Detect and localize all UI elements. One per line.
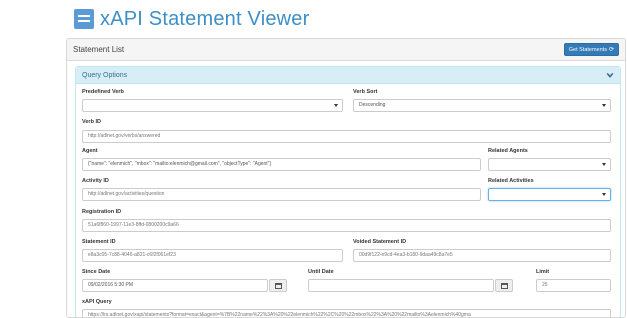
predefined-verb-select[interactable]	[82, 99, 343, 112]
agent-label: Agent	[82, 148, 98, 154]
registration-id-label: Registration ID	[82, 209, 122, 215]
list-icon	[74, 9, 94, 29]
related-activities-label: Related Activities	[488, 178, 534, 184]
verb-sort-label: Verb Sort	[353, 89, 378, 95]
activity-id-input[interactable]: http://adlnet.gov/activities/question	[82, 188, 481, 201]
verb-id-input[interactable]: http://adlnet.gov/verbs/answered	[82, 130, 611, 143]
dropdown-caret-icon	[602, 193, 606, 196]
xapi-query-value: https://lrs.adlnet.gov/xapi/statements?f…	[88, 312, 471, 318]
dropdown-caret-icon	[602, 104, 606, 107]
get-statements-button[interactable]: Get Statements ⟳	[563, 43, 619, 56]
until-date-calendar-button[interactable]	[495, 279, 513, 292]
since-date-value: 09/02/2016 5:30 PM	[88, 282, 134, 288]
calendar-icon	[274, 282, 282, 289]
verb-sort-select[interactable]: Descending	[353, 99, 611, 112]
statement-id-input[interactable]: e8a3c05-7c88-4046-a821-c6f2f061ef23	[82, 249, 343, 262]
verb-id-placeholder: http://adlnet.gov/verbs/answered	[88, 133, 161, 139]
related-agents-label: Related Agents	[488, 148, 528, 154]
get-statements-label: Get Statements	[568, 46, 607, 53]
related-agents-select[interactable]	[488, 158, 611, 171]
until-date-label: Until Date	[308, 269, 334, 275]
since-date-input[interactable]: 09/02/2016 5:30 PM	[82, 279, 268, 292]
dropdown-caret-icon	[602, 163, 606, 166]
refresh-icon: ⟳	[608, 47, 614, 53]
since-date-calendar-button[interactable]	[269, 279, 287, 292]
query-options-title: Query Options	[82, 71, 128, 79]
limit-label: Limit	[536, 269, 550, 275]
verb-sort-value: Descending	[359, 102, 386, 108]
since-date-label: Since Date	[82, 269, 111, 275]
activity-id-placeholder: http://adlnet.gov/activities/question	[88, 191, 165, 197]
registration-id-input[interactable]: 51a6f860-1997-11e3-8ffd-0800200c9a66	[82, 219, 611, 232]
xapi-query-field[interactable]: https://lrs.adlnet.gov/xapi/statements?f…	[82, 309, 611, 318]
agent-value: {"name": "elenmich", "mbox": "mailto:ele…	[88, 161, 272, 167]
related-activities-select[interactable]	[488, 188, 611, 201]
voided-statement-id-input[interactable]: 00d9f122-e9cd-4ea3-b180-9daa49c8a7e5	[353, 249, 611, 262]
query-options-header[interactable]: Query Options	[76, 67, 620, 84]
limit-input[interactable]: 25	[536, 279, 611, 292]
statement-id-label: Statement ID	[82, 239, 116, 245]
activity-id-label: Activity ID	[82, 178, 109, 184]
statement-id-placeholder: e8a3c05-7c88-4046-a821-c6f2f061ef23	[88, 252, 176, 258]
app-header: xAPI Statement Viewer	[74, 6, 309, 32]
statement-list-header: Statement List Get Statements ⟳	[67, 39, 625, 61]
statement-list-title: Statement List	[73, 45, 125, 54]
verb-id-label: Verb ID	[82, 119, 101, 125]
statement-list-panel: Statement List Get Statements ⟳ Query Op…	[66, 38, 626, 318]
voided-statement-id-label: Voided Statement ID	[353, 239, 407, 245]
query-options-panel: Query Options Predefined Verb Verb Sort …	[75, 66, 621, 318]
xapi-query-label: xAPI Query	[82, 299, 112, 305]
calendar-icon	[500, 282, 508, 289]
predefined-verb-label: Predefined Verb	[82, 89, 124, 95]
voided-statement-id-placeholder: 00d9f122-e9cd-4ea3-b180-9daa49c8a7e5	[359, 252, 453, 258]
dropdown-caret-icon	[334, 104, 338, 107]
agent-input[interactable]: {"name": "elenmich", "mbox": "mailto:ele…	[82, 158, 481, 171]
page-title: xAPI Statement Viewer	[100, 7, 310, 30]
limit-value: 25	[542, 282, 548, 288]
registration-id-placeholder: 51a6f860-1997-11e3-8ffd-0800200c9a66	[88, 222, 179, 228]
until-date-input[interactable]	[308, 279, 494, 292]
chevron-down-icon[interactable]	[606, 71, 614, 79]
